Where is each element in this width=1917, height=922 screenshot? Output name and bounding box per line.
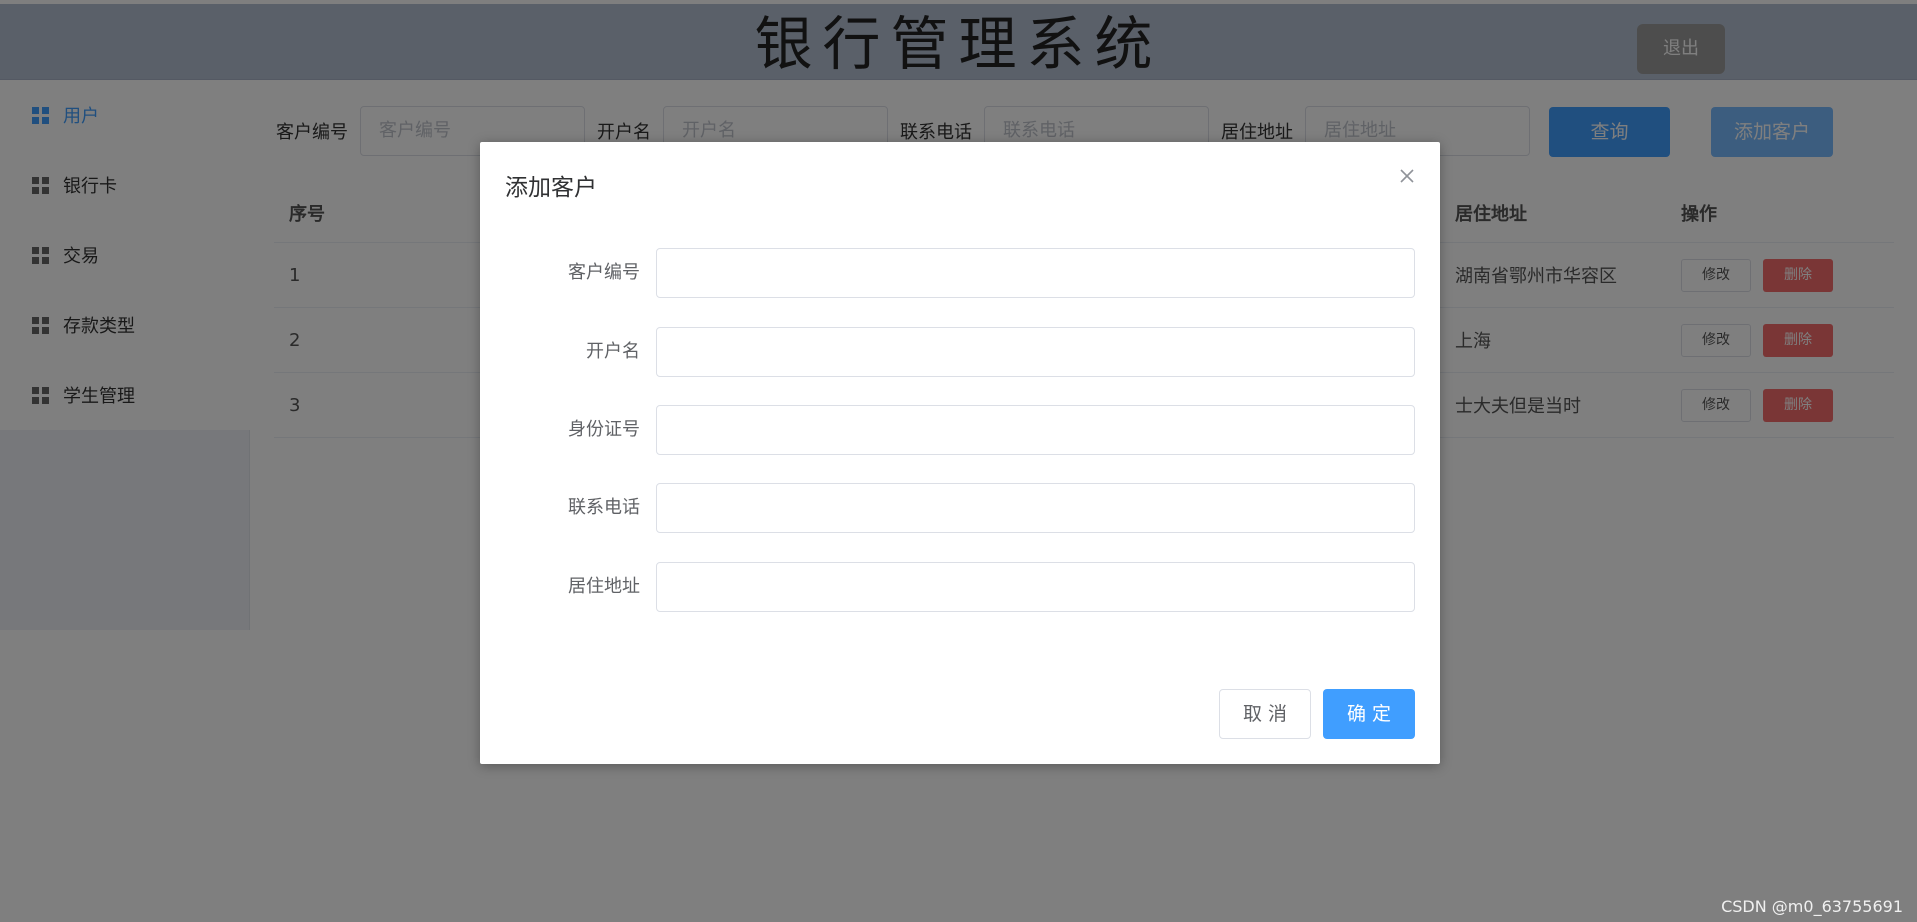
confirm-button[interactable]: 确 定: [1323, 689, 1415, 739]
form-label: 开户名: [586, 341, 640, 362]
form-label: 身份证号: [568, 419, 640, 440]
form-row-account-name: 开户名: [480, 327, 1440, 377]
form-row-address: 居住地址: [480, 562, 1440, 612]
customer-id-field[interactable]: [656, 248, 1415, 298]
form-label: 联系电话: [568, 497, 640, 518]
form-row-id-number: 身份证号: [480, 405, 1440, 455]
add-customer-dialog: 添加客户 客户编号 开户名 身份证号 联系电话 居住地址 取 消 确 定: [480, 142, 1440, 764]
phone-field[interactable]: [656, 483, 1415, 533]
close-icon[interactable]: [1395, 164, 1419, 188]
form-label: 客户编号: [568, 262, 640, 283]
id-number-field[interactable]: [656, 405, 1415, 455]
cancel-button[interactable]: 取 消: [1219, 689, 1311, 739]
account-name-field[interactable]: [656, 327, 1415, 377]
form-row-phone: 联系电话: [480, 483, 1440, 533]
dialog-title: 添加客户: [505, 175, 597, 201]
form-label: 居住地址: [568, 576, 640, 597]
form-row-customer-id: 客户编号: [480, 248, 1440, 298]
watermark: CSDN @m0_63755691: [1721, 897, 1903, 916]
address-field[interactable]: [656, 562, 1415, 612]
